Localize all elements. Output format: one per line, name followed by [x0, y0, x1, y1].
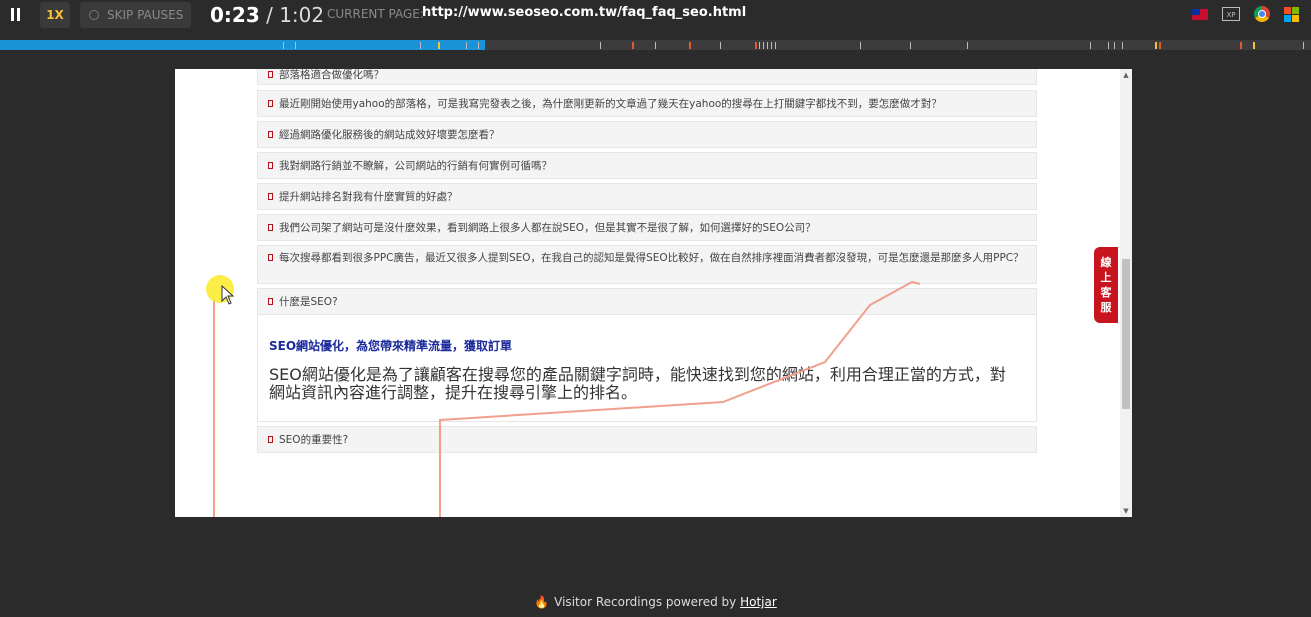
- flame-icon: 🔥: [534, 595, 550, 609]
- cursor-icon: [221, 285, 235, 305]
- mouse-trail-line: [439, 280, 921, 517]
- mouse-trail: [213, 280, 921, 517]
- footer-prefix: Visitor Recordings powered by: [554, 595, 741, 609]
- hotjar-link[interactable]: Hotjar: [740, 595, 777, 609]
- footer: 🔥 Visitor Recordings powered by Hotjar: [0, 595, 1311, 609]
